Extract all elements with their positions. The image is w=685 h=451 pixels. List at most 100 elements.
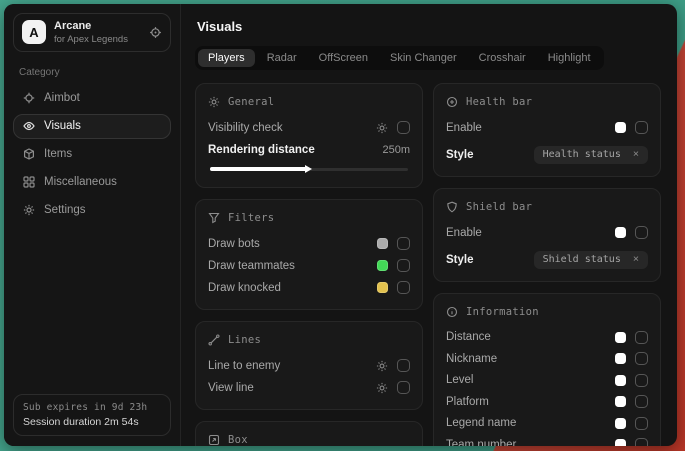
selected-option: Shield status	[543, 254, 621, 265]
color-swatch[interactable]	[377, 260, 388, 271]
rendering-distance-slider[interactable]	[210, 164, 408, 174]
team-number-checkbox[interactable]	[635, 438, 648, 446]
color-swatch[interactable]	[377, 238, 388, 249]
tab-crosshair[interactable]: Crosshair	[469, 49, 536, 67]
card-title: Shield bar	[466, 201, 532, 213]
health-enable-checkbox[interactable]	[635, 121, 648, 134]
platform-checkbox[interactable]	[635, 395, 648, 408]
card-title: Box	[228, 434, 248, 446]
color-swatch[interactable]	[615, 353, 626, 364]
sidebar-item-label: Aimbot	[44, 92, 80, 104]
slider-knob[interactable]	[305, 165, 312, 173]
card-shield-bar: Shield bar Enable Style S	[433, 188, 661, 282]
setting-row-level: Level	[446, 370, 648, 391]
info-icon	[446, 306, 458, 318]
sidebar-item-items[interactable]: Items	[13, 142, 171, 167]
box-icon	[208, 434, 220, 446]
setting-label: Visibility check	[208, 122, 283, 134]
card-title: Information	[466, 306, 539, 318]
color-swatch[interactable]	[615, 332, 626, 343]
card-general-header: General	[208, 96, 410, 108]
app-header-card: A Arcane for Apex Legends	[13, 13, 171, 52]
card-title: General	[228, 96, 274, 108]
setting-row-distance: Distance	[446, 327, 648, 348]
rendering-distance-value: 250m	[382, 144, 410, 156]
color-swatch[interactable]	[615, 396, 626, 407]
category-label: Category	[19, 67, 165, 78]
setting-label: Style	[446, 254, 474, 266]
setting-label: Nickname	[446, 353, 497, 365]
card-general: General Visibility check	[195, 83, 423, 188]
setting-row-team-number: Team number	[446, 435, 648, 447]
clear-icon[interactable]: ×	[633, 254, 639, 265]
shield-icon	[446, 201, 458, 213]
draw-knocked-checkbox[interactable]	[397, 281, 410, 294]
sidebar-item-visuals[interactable]: Visuals	[13, 114, 171, 139]
line-to-enemy-checkbox[interactable]	[397, 359, 410, 372]
card-health-bar: Health bar Enable Style H	[433, 83, 661, 177]
setting-row-health-style: Style Health status ×	[446, 144, 648, 165]
tab-radar[interactable]: Radar	[257, 49, 307, 67]
sidebar-item-settings[interactable]: Settings	[13, 198, 171, 223]
package-icon	[23, 148, 35, 160]
clear-icon[interactable]: ×	[633, 149, 639, 160]
sidebar-item-miscellaneous[interactable]: Miscellaneous	[13, 170, 171, 195]
color-swatch[interactable]	[615, 122, 626, 133]
distance-checkbox[interactable]	[635, 331, 648, 344]
visibility-check-checkbox[interactable]	[397, 121, 410, 134]
health-style-select[interactable]: Health status ×	[534, 146, 648, 164]
setting-row-draw-knocked: Draw knocked	[208, 277, 410, 298]
color-swatch[interactable]	[615, 418, 626, 429]
card-title: Health bar	[466, 96, 532, 108]
nickname-checkbox[interactable]	[635, 352, 648, 365]
setting-row-rendering-distance: Rendering distance 250m	[208, 139, 410, 160]
shield-style-select[interactable]: Shield status ×	[534, 251, 648, 269]
setting-label: Draw teammates	[208, 260, 295, 272]
eye-icon	[23, 120, 35, 132]
setting-label: Level	[446, 374, 474, 386]
app-name: Arcane	[54, 20, 128, 34]
health-icon	[446, 96, 458, 108]
brightness-icon	[208, 96, 220, 108]
draw-bots-checkbox[interactable]	[397, 237, 410, 250]
tab-skin-changer[interactable]: Skin Changer	[380, 49, 467, 67]
setting-label: Team number	[446, 439, 516, 446]
gear-icon[interactable]	[376, 122, 388, 134]
app-subtitle: for Apex Legends	[54, 34, 128, 45]
view-line-checkbox[interactable]	[397, 381, 410, 394]
setting-label: Rendering distance	[208, 144, 315, 156]
setting-label: Enable	[446, 122, 482, 134]
selected-option: Health status	[543, 149, 621, 160]
tab-offscreen[interactable]: OffScreen	[309, 49, 378, 67]
settings-columns: General Visibility check	[195, 83, 661, 446]
sidebar-item-aimbot[interactable]: Aimbot	[13, 86, 171, 111]
tab-highlight[interactable]: Highlight	[538, 49, 601, 67]
setting-row-shield-enable: Enable	[446, 222, 648, 243]
color-swatch[interactable]	[377, 282, 388, 293]
setting-row-legend-name: Legend name	[446, 413, 648, 434]
color-swatch[interactable]	[615, 439, 626, 446]
tab-players[interactable]: Players	[198, 49, 255, 67]
legend-name-checkbox[interactable]	[635, 417, 648, 430]
level-checkbox[interactable]	[635, 374, 648, 387]
setting-row-view-line: View line	[208, 377, 410, 398]
scope-icon[interactable]	[149, 26, 162, 39]
card-box: Box Enable Enable background	[195, 421, 423, 446]
setting-row-health-enable: Enable	[446, 117, 648, 138]
color-swatch[interactable]	[615, 375, 626, 386]
sidebar-item-label: Items	[44, 148, 72, 160]
color-swatch[interactable]	[615, 227, 626, 238]
left-column: General Visibility check	[195, 83, 423, 446]
setting-label: Legend name	[446, 417, 516, 429]
setting-label: Platform	[446, 396, 489, 408]
sidebar-item-label: Settings	[44, 204, 86, 216]
draw-teammates-checkbox[interactable]	[397, 259, 410, 272]
setting-label: View line	[208, 382, 254, 394]
subscription-expiry: Sub expires in 9d 23h	[23, 402, 161, 413]
funnel-icon	[208, 212, 220, 224]
gear-icon[interactable]	[376, 360, 388, 372]
card-health-bar-header: Health bar	[446, 96, 648, 108]
gear-icon[interactable]	[376, 382, 388, 394]
app-logo: A	[22, 20, 46, 44]
shield-enable-checkbox[interactable]	[635, 226, 648, 239]
